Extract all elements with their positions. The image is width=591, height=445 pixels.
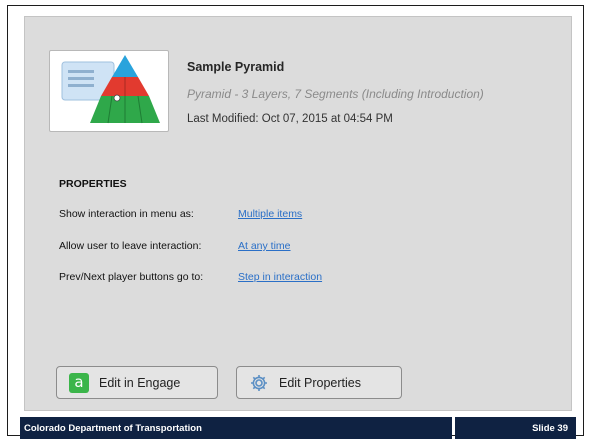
properties-heading: PROPERTIES (59, 178, 127, 190)
engage-a-icon: a (69, 372, 89, 393)
edit-properties-label: Edit Properties (279, 375, 361, 390)
edit-in-engage-button[interactable]: a Edit in Engage (56, 366, 218, 399)
last-modified: Last Modified: Oct 07, 2015 at 04:54 PM (187, 113, 393, 125)
footer-organization: Colorado Department of Transportation (20, 417, 452, 439)
pyramid-thumbnail (49, 50, 169, 132)
interaction-subtitle: Pyramid - 3 Layers, 7 Segments (Includin… (187, 87, 484, 101)
gear-icon (249, 373, 269, 393)
footer-slide-number: Slide 39 (455, 417, 576, 439)
property-value-leave-link[interactable]: At any time (238, 240, 291, 252)
property-label-leave: Allow user to leave interaction: (59, 240, 202, 252)
interaction-title: Sample Pyramid (187, 60, 285, 74)
edit-in-engage-label: Edit in Engage (99, 375, 181, 390)
property-value-navigation-link[interactable]: Step in interaction (238, 271, 322, 283)
property-label-navigation: Prev/Next player buttons go to: (59, 271, 204, 283)
pyramid-thumbnail-icon (61, 55, 160, 124)
property-value-menu-link[interactable]: Multiple items (238, 208, 302, 220)
edit-properties-button[interactable]: Edit Properties (236, 366, 402, 399)
property-label-menu: Show interaction in menu as: (59, 208, 194, 220)
